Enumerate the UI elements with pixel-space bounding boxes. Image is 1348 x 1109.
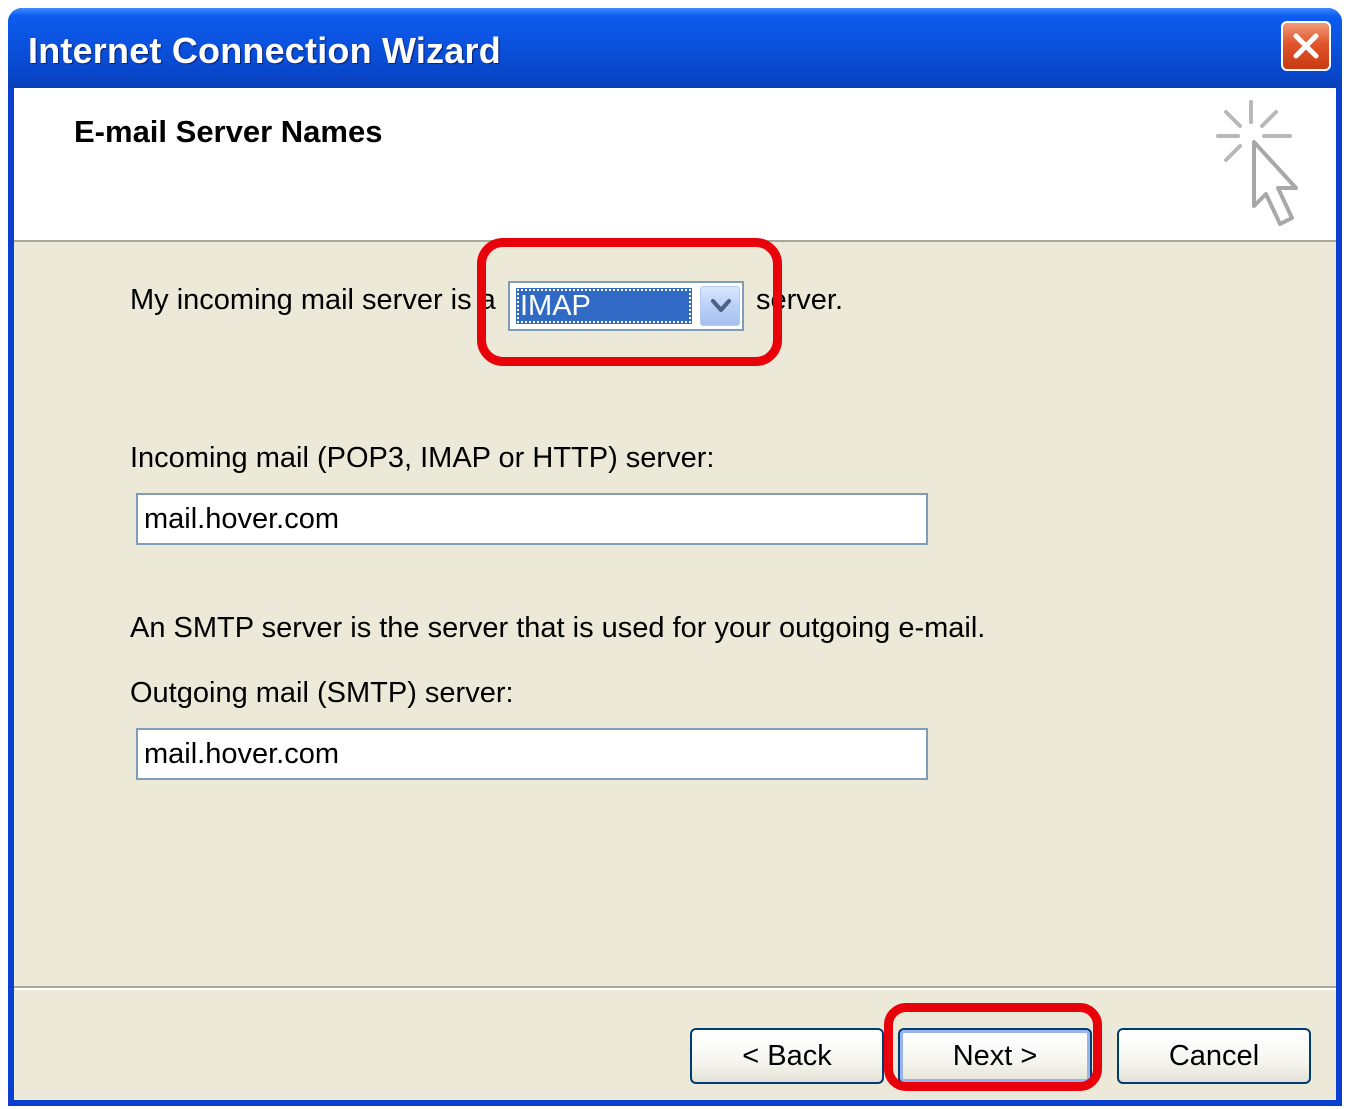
back-button[interactable]: < Back — [690, 1028, 884, 1084]
wizard-cursor-icon — [1216, 100, 1298, 226]
header-panel: E-mail Server Names — [14, 88, 1336, 242]
dropdown-button[interactable] — [700, 286, 740, 326]
cancel-button[interactable]: Cancel — [1117, 1028, 1311, 1084]
incoming-server-field[interactable] — [136, 493, 928, 545]
incoming-server-label: Incoming mail (POP3, IMAP or HTTP) serve… — [130, 442, 715, 474]
close-icon — [1293, 33, 1319, 59]
smtp-info-text: An SMTP server is the server that is use… — [130, 612, 986, 644]
window-title: Internet Connection Wizard — [28, 30, 501, 71]
incoming-type-label: My incoming mail server is a — [130, 284, 496, 316]
page-title: E-mail Server Names — [74, 114, 383, 149]
outgoing-server-field[interactable] — [136, 728, 928, 780]
incoming-type-suffix: server. — [756, 284, 844, 316]
next-button[interactable]: Next > — [898, 1028, 1092, 1084]
wizard-window: Internet Connection Wizard E-mail Server… — [8, 8, 1342, 1106]
outgoing-server-label: Outgoing mail (SMTP) server: — [130, 677, 514, 709]
server-type-selected: IMAP — [516, 288, 692, 324]
close-button[interactable] — [1281, 21, 1331, 71]
dialog-body: E-mail Server Names My incoming mail ser… — [14, 88, 1336, 1100]
title-bar[interactable]: Internet Connection Wizard — [8, 8, 1342, 88]
server-type-dropdown[interactable]: IMAP — [508, 281, 744, 331]
chevron-down-icon — [711, 299, 731, 312]
footer-separator — [14, 986, 1336, 990]
